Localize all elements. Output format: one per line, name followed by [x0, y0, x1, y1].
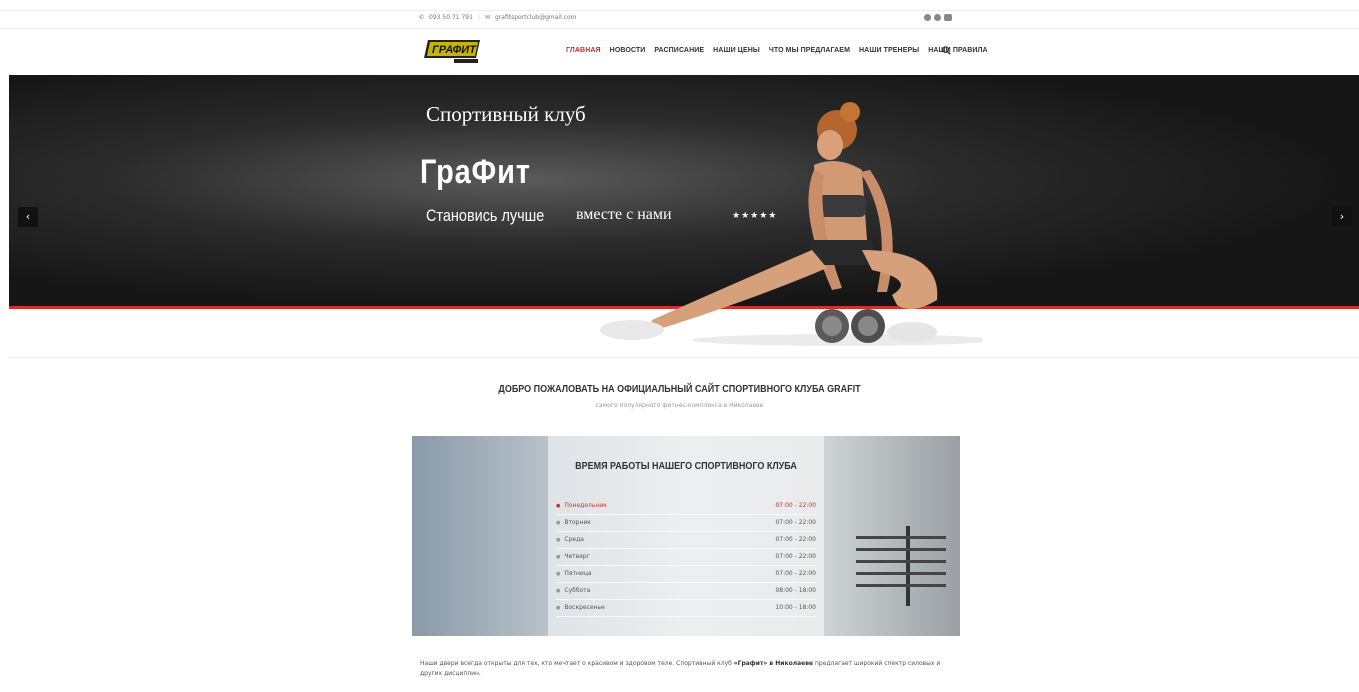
nav-item-schedule[interactable]: РАСПИСАНИЕ — [654, 47, 704, 54]
hours-time: 07:00 - 22:00 — [775, 502, 816, 509]
hero-tagline-1: Становись лучше — [426, 206, 545, 225]
hours-day: Вторник — [556, 515, 591, 531]
email-link[interactable]: grafitsportclub@gmail.com — [495, 14, 576, 21]
hours-day: Среда — [556, 532, 584, 548]
hours-day: Воскресенье — [556, 600, 604, 616]
intro-text-1: Наши двери всегда открыты для тех, кто м… — [420, 660, 734, 667]
mail-icon: ✉ — [484, 14, 490, 21]
instagram-icon[interactable] — [934, 14, 941, 21]
nav-item-home[interactable]: ГЛАВНАЯ — [566, 47, 601, 54]
opening-hours-section: ВРЕМЯ РАБОТЫ НАШЕГО СПОРТИВНОГО КЛУБА По… — [412, 436, 960, 636]
athlete-image — [600, 102, 982, 346]
hours-time: 07:00 - 22:00 — [775, 519, 816, 526]
hero-stars: ★★★★★ — [732, 211, 778, 221]
hours-day: Четверг — [556, 549, 590, 565]
hours-row-saturday: Суббота 08:00 - 18:00 — [556, 583, 816, 600]
intro-paragraph: Наши двери всегда открыты для тех, кто м… — [420, 659, 950, 679]
contact-info: ✆ 093 50 71 791 | ✉ grafitsportclub@gmai… — [419, 14, 576, 21]
social-links — [924, 14, 952, 21]
hours-row-tuesday: Вторник 07:00 - 22:00 — [556, 515, 816, 532]
hero-subtitle: Спортивный клуб — [426, 102, 586, 126]
slider-next-button[interactable]: › — [1332, 207, 1352, 227]
nav-item-offers[interactable]: ЧТО МЫ ПРЕДЛАГАЕМ — [769, 47, 850, 54]
nav-item-rules[interactable]: НАШИ ПРАВИЛА — [928, 47, 988, 54]
welcome-title: ДОБРО ПОЖАЛОВАТЬ НА ОФИЦИАЛЬНЫЙ САЙТ СПО… — [498, 384, 861, 395]
hours-time: 07:00 - 22:00 — [775, 536, 816, 543]
hours-title: ВРЕМЯ РАБОТЫ НАШЕГО СПОРТИВНОГО КЛУБА — [575, 461, 797, 472]
slider-prev-button[interactable]: ‹ — [18, 207, 38, 227]
site-header: ГРАФИТ ГЛАВНАЯ НОВОСТИ РАСПИСАНИЕ НАШИ Ц… — [0, 28, 1359, 75]
section-divider — [9, 357, 1359, 358]
hours-row-wednesday: Среда 07:00 - 22:00 — [556, 532, 816, 549]
hero-tagline-2: вместе с нами — [576, 206, 672, 223]
top-bar: ✆ 093 50 71 791 | ✉ grafitsportclub@gmai… — [0, 10, 1359, 29]
hours-row-thursday: Четверг 07:00 - 22:00 — [556, 549, 816, 566]
intro-bold: «Графит» в Николаеве — [733, 660, 814, 667]
site-logo[interactable]: ГРАФИТ — [424, 38, 482, 64]
hours-time: 08:00 - 18:00 — [775, 587, 816, 594]
search-icon[interactable] — [942, 46, 951, 55]
hours-row-monday: Понедельник 07:00 - 22:00 — [556, 498, 816, 515]
hours-time: 10:00 - 18:00 — [775, 604, 816, 611]
contact-separator: | — [477, 14, 480, 21]
hours-time: 07:00 - 22:00 — [775, 553, 816, 560]
barbell-rack-image — [856, 526, 946, 606]
nav-item-news[interactable]: НОВОСТИ — [610, 47, 646, 54]
hours-day: Понедельник — [556, 498, 606, 514]
hours-row-friday: Пятница 07:00 - 22:00 — [556, 566, 816, 583]
hours-time: 07:00 - 22:00 — [775, 570, 816, 577]
welcome-subtitle: самого популярного фитнес-комплекса в Ни… — [595, 402, 764, 409]
main-nav: ГЛАВНАЯ НОВОСТИ РАСПИСАНИЕ НАШИ ЦЕНЫ ЧТО… — [566, 47, 988, 54]
phone-icon: ✆ — [419, 14, 425, 21]
hours-day: Суббота — [556, 583, 590, 599]
nav-item-prices[interactable]: НАШИ ЦЕНЫ — [713, 47, 760, 54]
youtube-icon[interactable] — [944, 14, 952, 21]
hours-row-sunday: Воскресенье 10:00 - 18:00 — [556, 600, 816, 617]
phone-number[interactable]: 093 50 71 791 — [429, 14, 473, 21]
hero-title: ГраФит — [420, 153, 531, 191]
logo-text: ГРАФИТ — [432, 44, 477, 56]
nav-item-trainers[interactable]: НАШИ ТРЕНЕРЫ — [859, 47, 919, 54]
hours-list: Понедельник 07:00 - 22:00 Вторник 07:00 … — [556, 498, 816, 617]
hours-day: Пятница — [556, 566, 591, 582]
facebook-icon[interactable] — [924, 14, 931, 21]
